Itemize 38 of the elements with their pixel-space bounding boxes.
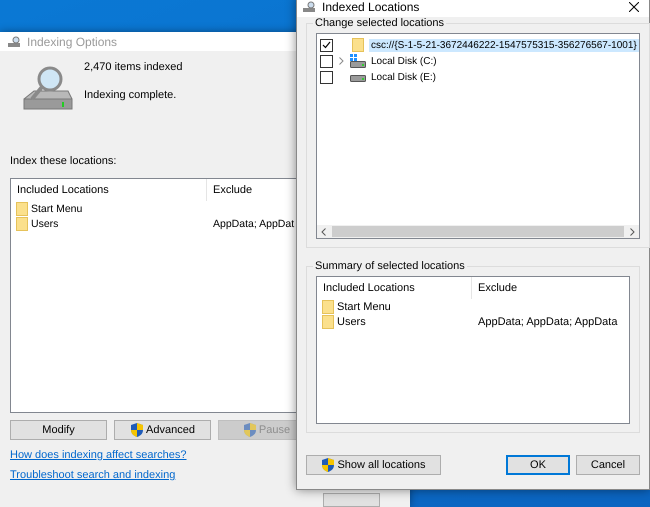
horizontal-scrollbar[interactable] (317, 225, 639, 238)
group-title: Change selected locations (314, 17, 446, 29)
magnifier-drive-icon (303, 1, 317, 13)
close-icon[interactable] (629, 2, 639, 12)
dialog-button[interactable]: Modify (10, 420, 107, 440)
location-name: Users (31, 218, 58, 230)
column-header[interactable]: Exclude (472, 277, 629, 299)
location-name: Users (337, 316, 366, 328)
location-item[interactable]: Local Disk (E:) (369, 70, 438, 84)
column-header[interactable]: Included Locations (11, 179, 207, 201)
exclude-text: AppData; AppDat (213, 218, 294, 230)
checkbox[interactable] (320, 38, 333, 52)
indexing-status: Indexing complete. (84, 89, 178, 101)
window-title: Indexing Options (27, 34, 118, 48)
exclude-text: AppData; AppData; AppData (478, 316, 618, 328)
items-indexed-count: 2,470 items indexed (84, 61, 182, 73)
help-link[interactable]: How does indexing affect searches? (10, 449, 187, 461)
dialog-button[interactable]: OK (506, 455, 570, 475)
location-name: Start Menu (337, 300, 391, 312)
dialog-button[interactable]: Show all locations (306, 455, 441, 475)
magnifier-drive-icon (8, 36, 22, 48)
folder-icon (16, 216, 28, 230)
group-title: Summary of selected locations (314, 260, 466, 272)
chevron-icon[interactable] (338, 57, 344, 65)
help-link[interactable]: Troubleshoot search and indexing (10, 469, 176, 481)
folder-icon (16, 202, 28, 216)
dialog-button[interactable]: Cancel (576, 455, 640, 475)
dialog-button[interactable]: Advanced (114, 420, 211, 440)
checkbox[interactable] (320, 70, 333, 84)
window-title: Indexed Locations (322, 0, 420, 14)
checkbox[interactable] (320, 54, 333, 68)
location-item[interactable]: Local Disk (C:) (369, 54, 439, 68)
folder-icon (322, 300, 334, 314)
location-name: Start Menu (31, 202, 82, 214)
folder-icon (322, 314, 334, 328)
section-label: Index these locations: (10, 155, 118, 167)
column-header[interactable]: Included Locations (317, 277, 472, 299)
location-item[interactable]: csc://{S-1-5-21-3672446222-1547575315-356276567-1001} (369, 38, 639, 52)
